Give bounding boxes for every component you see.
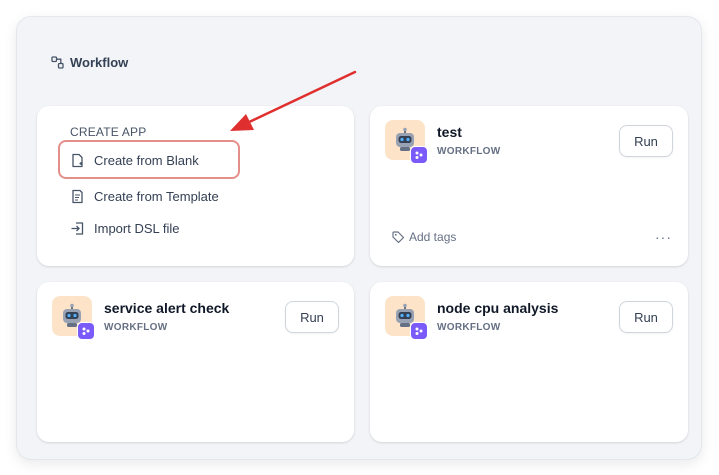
create-from-blank-label: Create from Blank <box>94 153 199 168</box>
app-type: WORKFLOW <box>104 322 168 333</box>
create-app-card: CREATE APP Create from Blank Create from… <box>37 106 354 266</box>
app-name: test <box>437 124 462 140</box>
workflow-icon <box>51 56 64 69</box>
template-icon <box>72 189 83 204</box>
run-button[interactable]: Run <box>619 125 673 157</box>
import-dsl-button[interactable]: Import DSL file <box>70 221 180 236</box>
run-button[interactable]: Run <box>285 301 339 333</box>
create-app-title: CREATE APP <box>70 125 147 139</box>
add-tags-button[interactable]: Add tags <box>392 230 456 244</box>
app-card-test[interactable]: test WORKFLOW Run Add tags ··· <box>370 106 688 266</box>
app-card-service-alert-check[interactable]: service alert check WORKFLOW Run <box>37 282 354 442</box>
import-dsl-label: Import DSL file <box>94 221 180 236</box>
import-icon <box>71 222 84 235</box>
app-name: node cpu analysis <box>437 300 559 316</box>
blank-doc-icon <box>72 153 83 168</box>
create-from-template-button[interactable]: Create from Template <box>70 189 219 204</box>
add-tags-label: Add tags <box>409 230 457 244</box>
workflow-badge-icon <box>410 146 428 164</box>
app-card-node-cpu-analysis[interactable]: node cpu analysis WORKFLOW Run <box>370 282 688 442</box>
workflow-title: Workflow <box>70 55 129 70</box>
create-from-template-label: Create from Template <box>94 189 219 204</box>
workflow-badge-icon <box>77 322 95 340</box>
tag-icon <box>392 231 404 243</box>
create-from-blank-button[interactable]: Create from Blank <box>70 153 199 168</box>
app-type: WORKFLOW <box>437 322 501 333</box>
app-type: WORKFLOW <box>437 146 501 157</box>
workflow-badge-icon <box>410 322 428 340</box>
workflow-header: Workflow <box>51 55 128 70</box>
more-options-icon[interactable]: ··· <box>655 230 672 244</box>
run-button[interactable]: Run <box>619 301 673 333</box>
app-name: service alert check <box>104 300 230 316</box>
